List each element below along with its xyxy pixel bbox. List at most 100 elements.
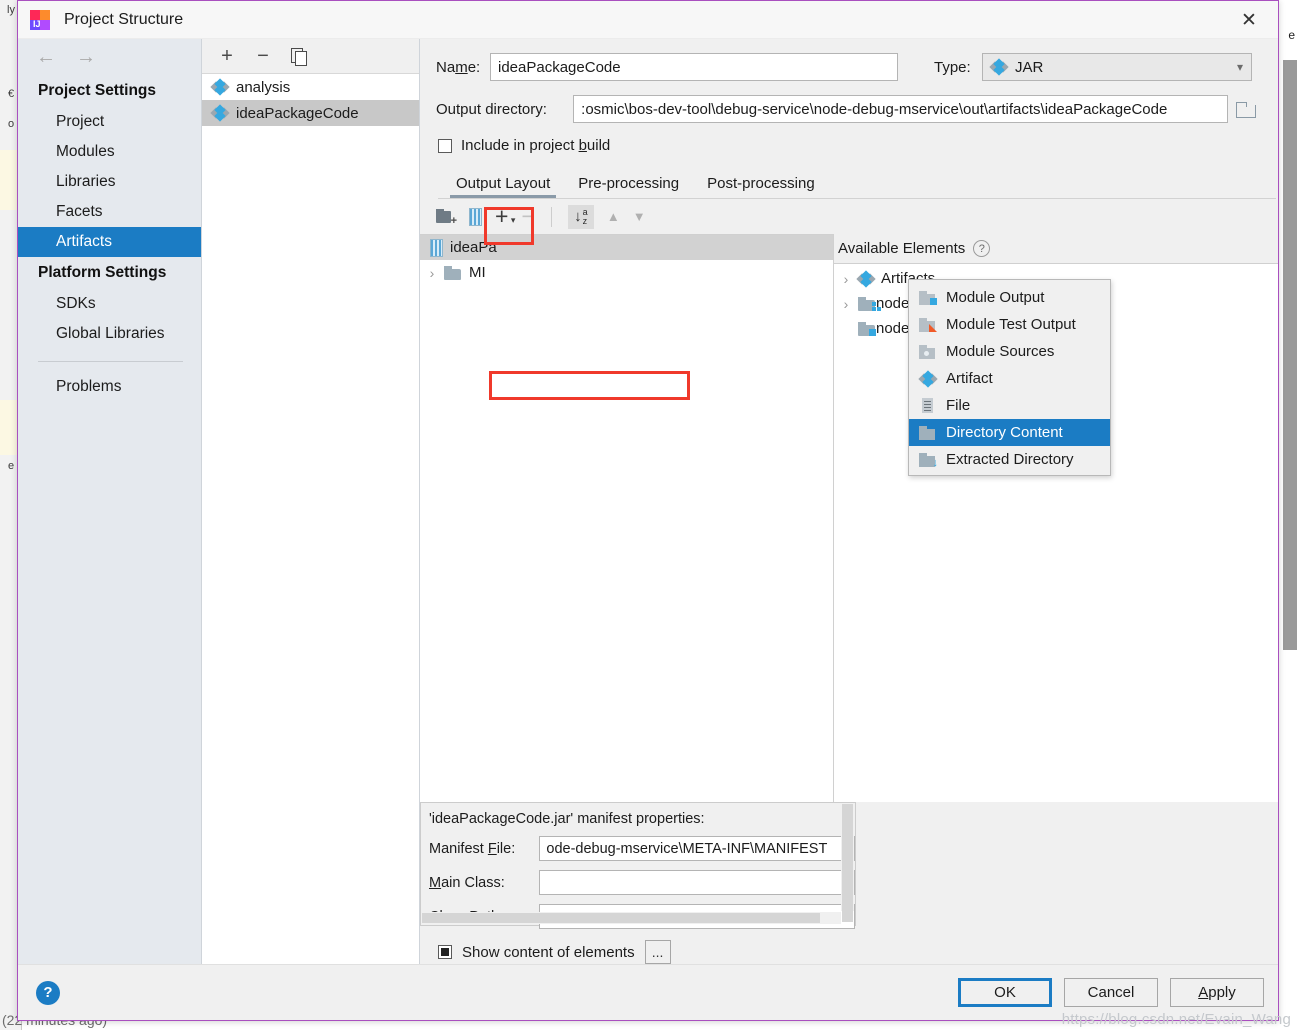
chevron-down-icon: ▾ bbox=[1236, 60, 1243, 74]
tab-post-processing[interactable]: Post-processing bbox=[693, 175, 829, 198]
sidebar-navigation: ← → bbox=[18, 39, 201, 75]
artifact-details-panel: Name: ideaPackageCode Type: JAR ▾ Output… bbox=[420, 39, 1278, 964]
add-element-menu: Module Output Module Test Output Module … bbox=[908, 279, 1111, 476]
sidebar-group-project-settings: Project Settings bbox=[38, 82, 156, 99]
menu-item-extracted-directory[interactable]: ↓ Extracted Directory bbox=[909, 446, 1110, 473]
copy-artifact-button[interactable] bbox=[288, 45, 310, 67]
list-item[interactable]: analysis bbox=[202, 74, 419, 100]
menu-item-artifact[interactable]: Artifact bbox=[909, 365, 1110, 392]
artifact-name: ideaPackageCode bbox=[236, 104, 359, 122]
module-folder-icon bbox=[858, 296, 876, 311]
new-archive-icon[interactable] bbox=[469, 207, 482, 226]
sidebar-item-modules[interactable]: Modules bbox=[18, 137, 201, 167]
dialog-body: ← → Project Settings Project Modules Lib… bbox=[18, 39, 1278, 964]
tree-row[interactable]: › MI bbox=[420, 260, 833, 285]
artifact-icon bbox=[210, 104, 230, 122]
type-dropdown[interactable]: JAR ▾ bbox=[982, 53, 1252, 81]
scrollbar-thumb[interactable] bbox=[422, 913, 820, 923]
output-directory-row: Output directory: :osmic\bos-dev-tool\de… bbox=[436, 95, 1256, 123]
include-in-build-row[interactable]: Include in project build bbox=[420, 137, 1278, 166]
manifest-properties-panel: 'ideaPackageCode.jar' manifest propertie… bbox=[420, 802, 856, 929]
forward-arrow-icon[interactable]: → bbox=[76, 47, 96, 67]
sort-az-icon: a z bbox=[582, 206, 588, 226]
manifest-file-label: Manifest File: bbox=[429, 840, 516, 857]
manifest-section: 'ideaPackageCode.jar' manifest propertie… bbox=[420, 802, 1278, 964]
ide-right-scroll-strip bbox=[1283, 60, 1297, 650]
sidebar-group-platform-settings: Platform Settings bbox=[38, 264, 167, 281]
sidebar-item-project[interactable]: Project bbox=[18, 107, 201, 137]
menu-item-directory-content[interactable]: Directory Content bbox=[909, 419, 1110, 446]
menu-item-module-test-output[interactable]: Module Test Output bbox=[909, 311, 1110, 338]
menu-item-file[interactable]: File bbox=[909, 392, 1110, 419]
name-type-row: Name: ideaPackageCode Type: JAR ▾ bbox=[436, 53, 1256, 81]
move-down-button[interactable]: ▼ bbox=[633, 209, 646, 224]
apply-button[interactable]: Apply bbox=[1170, 978, 1264, 1007]
expand-twisty-icon[interactable]: › bbox=[834, 296, 858, 312]
project-structure-dialog: IJ Project Structure ✕ ← → Project Setti… bbox=[17, 0, 1279, 1021]
show-content-options-button[interactable]: ... bbox=[644, 940, 671, 964]
new-directory-icon[interactable]: + bbox=[436, 208, 457, 226]
artifact-form: Name: ideaPackageCode Type: JAR ▾ Output… bbox=[420, 39, 1278, 137]
expand-twisty-icon[interactable]: › bbox=[834, 271, 858, 287]
artifact-icon bbox=[210, 78, 230, 96]
manifest-title: 'ideaPackageCode.jar' manifest propertie… bbox=[429, 811, 705, 827]
menu-item-label: Module Sources bbox=[946, 343, 1055, 360]
module-test-output-icon bbox=[919, 317, 937, 332]
tab-output-layout[interactable]: Output Layout bbox=[442, 175, 564, 198]
menu-item-module-output[interactable]: Module Output bbox=[909, 284, 1110, 311]
watermark: https://blog.csdn.net/Evain_Wang bbox=[1061, 1011, 1291, 1028]
sidebar-item-problems[interactable]: Problems bbox=[18, 372, 201, 402]
add-element-button[interactable]: + ▾ bbox=[495, 205, 515, 228]
move-up-button[interactable]: ▲ bbox=[607, 209, 620, 224]
cancel-button[interactable]: Cancel bbox=[1064, 978, 1158, 1007]
manifest-horizontal-scrollbar[interactable] bbox=[422, 912, 841, 924]
module-output-icon bbox=[919, 290, 937, 305]
available-elements-title: Available Elements bbox=[838, 240, 966, 257]
show-content-checkbox[interactable] bbox=[438, 945, 452, 959]
main-class-input[interactable] bbox=[539, 870, 855, 895]
sort-button[interactable]: ↓ a z bbox=[567, 204, 594, 229]
add-artifact-button[interactable]: + bbox=[216, 45, 238, 67]
remove-artifact-button[interactable]: − bbox=[252, 45, 274, 67]
name-label: Name: bbox=[436, 58, 481, 76]
sidebar-item-sdks[interactable]: SDKs bbox=[18, 289, 201, 319]
remove-element-button: − bbox=[521, 203, 535, 229]
manifest-file-row: Manifest File: оde-debug-mservice\META-I… bbox=[429, 836, 855, 861]
tree-row[interactable]: ideaPa bbox=[420, 235, 833, 260]
manifest-file-input[interactable]: оde-debug-mservice\META-INF\MANIFEST bbox=[539, 836, 855, 861]
copy-icon bbox=[291, 48, 307, 66]
directory-icon bbox=[919, 425, 937, 440]
list-item[interactable]: ideaPackageCode bbox=[202, 100, 419, 126]
browse-folder-icon[interactable] bbox=[1236, 101, 1256, 118]
expand-twisty-icon[interactable]: › bbox=[420, 265, 444, 281]
intellij-idea-icon: IJ bbox=[30, 9, 50, 30]
settings-sidebar: ← → Project Settings Project Modules Lib… bbox=[18, 39, 202, 964]
tab-pre-processing[interactable]: Pre-processing bbox=[564, 175, 693, 198]
back-arrow-icon[interactable]: ← bbox=[36, 47, 56, 67]
include-in-build-checkbox[interactable] bbox=[438, 138, 452, 153]
scrollbar-thumb[interactable] bbox=[842, 804, 853, 922]
manifest-vertical-scrollbar[interactable] bbox=[841, 804, 854, 922]
close-icon[interactable]: ✕ bbox=[1220, 1, 1278, 39]
file-icon bbox=[919, 398, 937, 413]
name-input[interactable]: ideaPackageCode bbox=[490, 53, 898, 81]
menu-item-label: Artifact bbox=[946, 370, 993, 387]
sidebar-item-artifacts[interactable]: Artifacts bbox=[18, 227, 201, 257]
folder-icon bbox=[444, 265, 462, 280]
available-elements-header: Available Elements ? bbox=[834, 234, 1278, 263]
sidebar-item-facets[interactable]: Facets bbox=[18, 197, 201, 227]
output-directory-input[interactable]: :osmic\bos-dev-tool\debug-service\node-d… bbox=[573, 95, 1228, 123]
menu-item-label: Module Output bbox=[946, 289, 1045, 306]
sidebar-item-libraries[interactable]: Libraries bbox=[18, 167, 201, 197]
show-content-label: Show content of elements bbox=[462, 943, 635, 961]
ok-button[interactable]: OK bbox=[958, 978, 1052, 1007]
help-icon[interactable]: ? bbox=[973, 240, 991, 257]
menu-item-module-sources[interactable]: Module Sources bbox=[909, 338, 1110, 365]
output-directory-label: Output directory: bbox=[436, 100, 547, 118]
include-in-build-label: Include in project build bbox=[461, 137, 611, 154]
jar-icon bbox=[430, 238, 443, 257]
artifact-icon bbox=[856, 269, 876, 288]
help-icon[interactable]: ? bbox=[36, 980, 60, 1005]
sidebar-item-global-libraries[interactable]: Global Libraries bbox=[18, 319, 201, 349]
output-layout-tree: ideaPa › MI bbox=[420, 234, 834, 802]
